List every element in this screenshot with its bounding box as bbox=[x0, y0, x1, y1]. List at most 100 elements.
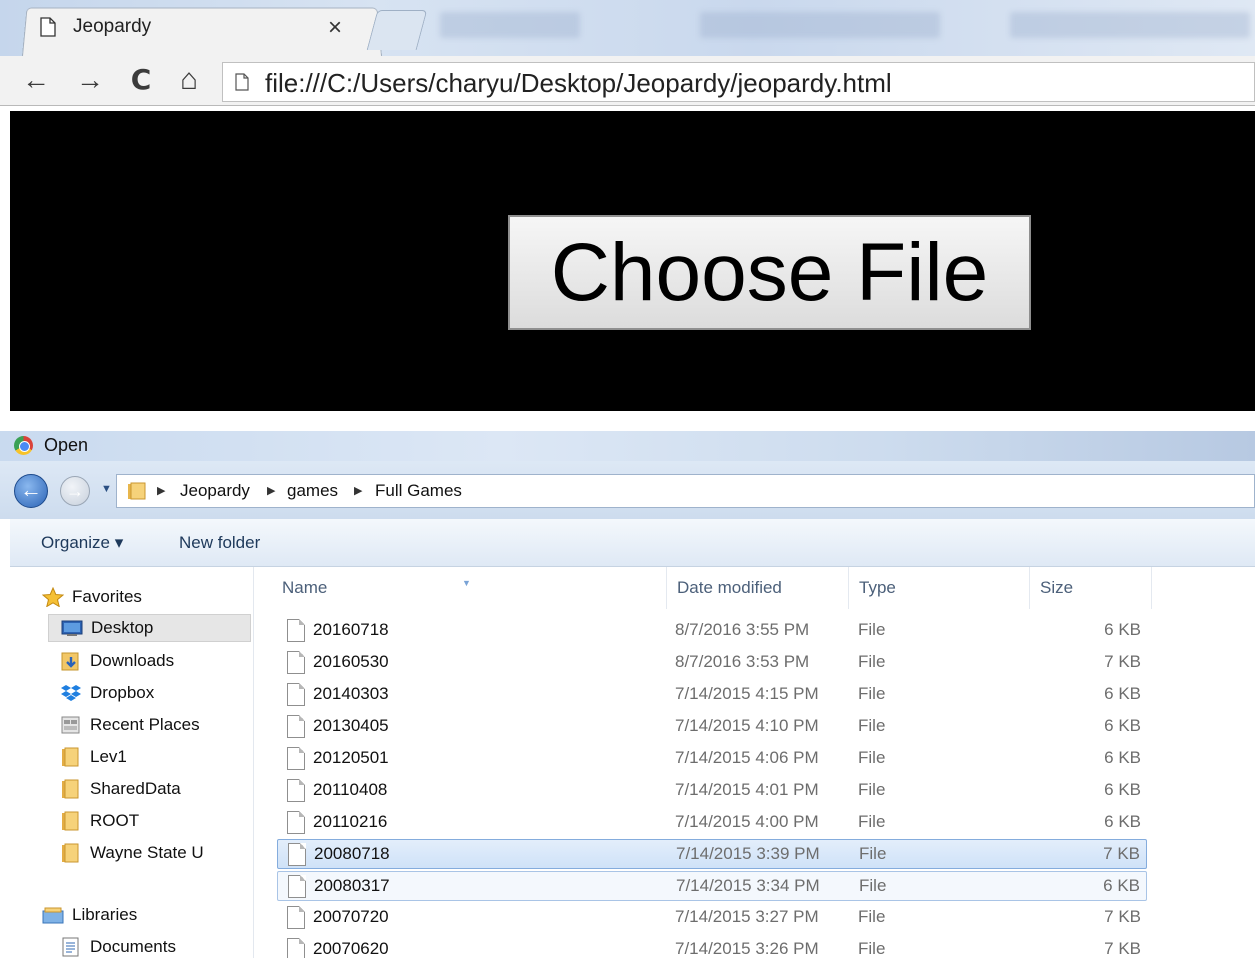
nav-item-recent-places[interactable]: Recent Places bbox=[60, 712, 250, 740]
file-name: 20080317 bbox=[314, 876, 390, 895]
file-date: 8/7/2016 3:53 PM bbox=[675, 652, 810, 671]
nav-item-root[interactable]: ROOT bbox=[60, 808, 250, 836]
nav-item-wayne-state-u[interactable]: Wayne State U bbox=[60, 840, 250, 868]
file-type: File bbox=[858, 780, 886, 799]
nav-label: Favorites bbox=[72, 587, 142, 606]
breadcrumb[interactable]: ▶ Jeopardy ▶ games ▶ Full Games bbox=[116, 474, 1255, 508]
file-icon bbox=[287, 715, 305, 738]
file-type: File bbox=[858, 812, 886, 831]
dialog-navigation-bar: ← → ▼ ▶ Jeopardy ▶ games ▶ Full Games bbox=[0, 461, 1255, 519]
file-date: 7/14/2015 4:01 PM bbox=[675, 780, 819, 799]
file-size: 6 KB bbox=[1104, 620, 1141, 639]
dropbox-icon bbox=[61, 685, 81, 701]
chevron-right-icon[interactable]: ▶ bbox=[157, 484, 165, 497]
back-arrow-icon[interactable]: ← bbox=[14, 474, 48, 508]
file-icon bbox=[288, 875, 306, 898]
home-icon[interactable]: ⌂ bbox=[173, 64, 205, 96]
desktop-icon bbox=[61, 620, 83, 636]
new-folder-button[interactable]: New folder bbox=[179, 533, 260, 553]
column-label: Type bbox=[859, 578, 896, 597]
nav-item-shareddata[interactable]: SharedData bbox=[60, 776, 250, 804]
file-name: 20110216 bbox=[313, 812, 388, 831]
browser-tab-strip: Jeopardy × bbox=[0, 0, 1255, 57]
file-type: File bbox=[859, 876, 887, 895]
background-tab[interactable] bbox=[700, 12, 940, 38]
file-size: 7 KB bbox=[1104, 652, 1141, 671]
new-tab-button[interactable] bbox=[366, 10, 428, 50]
file-date: 7/14/2015 3:34 PM bbox=[676, 876, 820, 895]
address-bar[interactable]: file:///C:/Users/charyu/Desktop/Jeopardy… bbox=[222, 62, 1255, 102]
page-icon bbox=[235, 73, 249, 91]
file-icon bbox=[287, 619, 305, 642]
nav-label: Downloads bbox=[90, 651, 175, 670]
column-header-date[interactable]: Date modified bbox=[667, 567, 849, 609]
file-size: 6 KB bbox=[1104, 780, 1141, 799]
file-name: 20130405 bbox=[313, 716, 389, 735]
file-icon bbox=[287, 779, 305, 802]
file-icon bbox=[287, 747, 305, 770]
forward-arrow-icon[interactable]: → bbox=[60, 476, 90, 506]
file-icon bbox=[288, 843, 306, 866]
folder-icon bbox=[128, 482, 146, 500]
documents-icon bbox=[62, 937, 79, 957]
navigation-pane: Favorites Desktop Downloads Dropbox Rece… bbox=[10, 567, 254, 958]
downloads-icon bbox=[61, 652, 79, 671]
file-date: 7/14/2015 3:26 PM bbox=[675, 939, 819, 958]
page-icon bbox=[40, 17, 56, 37]
choose-file-button[interactable]: Choose File bbox=[508, 215, 1031, 330]
column-header-type[interactable]: Type bbox=[849, 567, 1030, 609]
file-name: 20140303 bbox=[313, 684, 389, 703]
file-size: 7 KB bbox=[1104, 907, 1141, 926]
file-row[interactable]: 20110408 7/14/2015 4:01 PM File 6 KB bbox=[277, 776, 1147, 806]
file-row[interactable]: 20140303 7/14/2015 4:15 PM File 6 KB bbox=[277, 680, 1147, 710]
back-arrow-icon[interactable]: ← bbox=[20, 64, 52, 96]
column-header-size[interactable]: Size bbox=[1030, 567, 1152, 609]
file-row[interactable]: 20070620 7/14/2015 3:26 PM File 7 KB bbox=[277, 935, 1147, 958]
tab-jeopardy[interactable]: Jeopardy × bbox=[40, 14, 360, 44]
close-icon[interactable]: × bbox=[328, 14, 342, 42]
file-row[interactable]: 20160530 8/7/2016 3:53 PM File 7 KB bbox=[277, 648, 1147, 678]
breadcrumb-games[interactable]: games bbox=[287, 481, 338, 501]
browser-toolbar: ← → C ⌂ file:///C:/Users/charyu/Desktop/… bbox=[0, 56, 1255, 106]
folder-icon bbox=[62, 843, 79, 863]
file-row[interactable]: 20120501 7/14/2015 4:06 PM File 6 KB bbox=[277, 744, 1147, 774]
file-row[interactable]: 20130405 7/14/2015 4:10 PM File 6 KB bbox=[277, 712, 1147, 742]
sort-arrow-icon: ▼ bbox=[462, 578, 471, 588]
breadcrumb-full-games[interactable]: Full Games bbox=[375, 481, 462, 501]
file-date: 7/14/2015 4:06 PM bbox=[675, 748, 819, 767]
file-row[interactable]: 20110216 7/14/2015 4:00 PM File 6 KB bbox=[277, 808, 1147, 838]
nav-favorites[interactable]: Favorites bbox=[42, 584, 242, 612]
file-date: 7/14/2015 4:10 PM bbox=[675, 716, 819, 735]
nav-item-documents[interactable]: Documents bbox=[60, 934, 250, 958]
nav-label: Recent Places bbox=[90, 715, 200, 734]
file-row[interactable]: 20070720 7/14/2015 3:27 PM File 7 KB bbox=[277, 903, 1147, 933]
file-size: 6 KB bbox=[1104, 812, 1141, 831]
chevron-down-icon[interactable]: ▼ bbox=[101, 483, 112, 495]
file-size: 6 KB bbox=[1104, 716, 1141, 735]
file-row-selected[interactable]: 20080718 7/14/2015 3:39 PM File 7 KB bbox=[277, 839, 1147, 869]
organize-button[interactable]: Organize ▾ bbox=[41, 533, 123, 553]
breadcrumb-jeopardy[interactable]: Jeopardy bbox=[180, 481, 250, 501]
background-tab[interactable] bbox=[440, 12, 580, 38]
nav-label: Dropbox bbox=[90, 683, 155, 702]
reload-icon[interactable]: C bbox=[125, 64, 157, 96]
nav-item-downloads[interactable]: Downloads bbox=[60, 648, 250, 676]
chevron-right-icon[interactable]: ▶ bbox=[354, 484, 362, 497]
file-icon bbox=[287, 906, 305, 929]
file-name: 20070720 bbox=[313, 907, 389, 926]
file-row[interactable]: 20160718 8/7/2016 3:55 PM File 6 KB bbox=[277, 616, 1147, 646]
nav-item-desktop[interactable]: Desktop bbox=[48, 614, 251, 642]
file-date: 7/14/2015 3:27 PM bbox=[675, 907, 819, 926]
chevron-right-icon[interactable]: ▶ bbox=[267, 484, 275, 497]
background-tab[interactable] bbox=[1010, 12, 1250, 38]
file-date: 8/7/2016 3:55 PM bbox=[675, 620, 810, 639]
forward-arrow-icon[interactable]: → bbox=[74, 64, 106, 96]
file-name: 20160530 bbox=[313, 652, 389, 671]
nav-libraries[interactable]: Libraries bbox=[42, 902, 242, 930]
nav-item-dropbox[interactable]: Dropbox bbox=[60, 680, 250, 708]
file-row[interactable]: 20080317 7/14/2015 3:34 PM File 6 KB bbox=[277, 871, 1147, 901]
dialog-command-bar: Organize ▾ New folder bbox=[10, 519, 1255, 567]
nav-item-lev1[interactable]: Lev1 bbox=[60, 744, 250, 772]
column-header-name[interactable]: Name ▼ bbox=[255, 567, 667, 609]
file-name: 20110408 bbox=[313, 780, 388, 799]
